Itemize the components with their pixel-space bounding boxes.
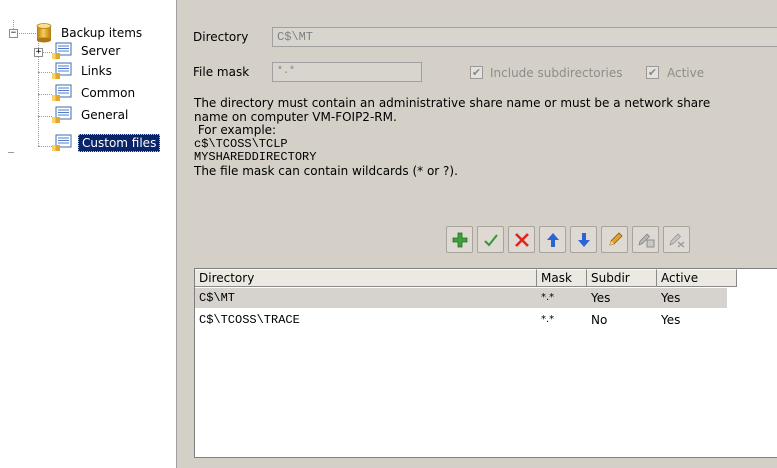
accept-button[interactable] <box>477 226 504 253</box>
tree-connector <box>38 146 52 147</box>
file-mask-input[interactable]: *.* <box>272 62 422 82</box>
database-icon <box>36 23 52 43</box>
help-line: For example: <box>194 123 277 137</box>
help-line: The file mask can contain wildcards (* o… <box>194 163 458 178</box>
file-mask-label: File mask <box>193 65 250 79</box>
cell-subdir: No <box>591 313 608 327</box>
rename-button[interactable] <box>632 226 659 253</box>
include-subdirectories-label: Include subdirectories <box>490 66 623 80</box>
tree-node-label: Links <box>81 64 112 78</box>
tree-node-label: Custom files <box>78 134 161 152</box>
tree-node-backup-items[interactable]: Backup items <box>36 23 145 43</box>
help-line: name on computer VM-FOIP2-RM. <box>194 109 397 124</box>
cell-directory: C$\MT <box>195 288 537 308</box>
move-up-button[interactable] <box>539 226 566 253</box>
arrow-down-icon <box>577 232 590 247</box>
close-icon <box>514 232 529 247</box>
help-line: MYSHAREDDIRECTORY <box>194 150 317 164</box>
plus-icon <box>452 232 467 247</box>
tree-view[interactable]: − Backup items + Server Links Common Gen… <box>0 0 176 468</box>
cell-mask: *.* <box>541 314 555 325</box>
tree-node-label: Common <box>81 86 136 100</box>
table-row[interactable]: C$\TCOSS\TRACE *.* No Yes <box>195 310 727 330</box>
tree-node-custom-files[interactable]: Custom files <box>52 134 161 152</box>
directory-input[interactable]: C$\MT <box>272 27 777 47</box>
help-text: The directory must contain an administra… <box>194 96 774 178</box>
tree-expander-server[interactable]: + <box>34 48 43 57</box>
tree-node-label: Server <box>81 44 121 58</box>
include-subdirectories-checkbox[interactable]: ✔ <box>470 66 483 79</box>
active-checkbox[interactable]: ✔ <box>646 66 659 79</box>
document-icon <box>52 106 72 124</box>
cell-mask: *.* <box>537 288 587 308</box>
help-line: c$\TCOSS\TCLP <box>194 136 288 151</box>
help-line: The directory must contain an administra… <box>194 96 711 110</box>
tree-connector <box>38 72 52 73</box>
edit-button[interactable] <box>601 226 628 253</box>
column-header-subdir[interactable]: Subdir <box>587 269 657 287</box>
tree-expander-root[interactable]: − <box>9 29 18 38</box>
column-header-directory[interactable]: Directory <box>195 269 537 287</box>
column-header-active[interactable]: Active <box>657 269 737 287</box>
arrow-up-icon <box>546 232 559 247</box>
cell-subdir: Yes <box>587 288 657 308</box>
cell-directory: C$\TCOSS\TRACE <box>199 313 300 327</box>
tree-node-label: General <box>81 108 129 122</box>
pencil-icon <box>608 231 623 246</box>
pencil-box-icon <box>637 233 654 247</box>
list-header: Directory Mask Subdir Active <box>195 269 737 287</box>
tree-divider <box>8 152 14 153</box>
checkmark-icon <box>483 233 498 246</box>
tree-node-links[interactable]: Links <box>52 62 115 80</box>
cell-active: Yes <box>661 313 681 327</box>
tree-connector <box>38 94 52 95</box>
add-button[interactable] <box>446 226 473 253</box>
document-icon <box>52 42 72 60</box>
tree-node-label: Backup items <box>61 26 143 40</box>
custom-files-list[interactable]: Directory Mask Subdir Active C$\MT *.* Y… <box>194 268 777 458</box>
delete-button[interactable] <box>508 226 535 253</box>
document-icon <box>52 62 72 80</box>
active-label: Active <box>667 66 705 80</box>
document-icon <box>52 84 72 102</box>
tree-connector <box>38 116 52 117</box>
tree-node-general[interactable]: General <box>52 106 131 124</box>
disable-button[interactable] <box>663 226 690 253</box>
custom-files-panel: Directory C$\MT File mask *.* ✔ Include … <box>176 0 777 468</box>
move-down-button[interactable] <box>570 226 597 253</box>
tree-node-common[interactable]: Common <box>52 84 138 102</box>
column-header-mask[interactable]: Mask <box>537 269 587 287</box>
directory-label: Directory <box>193 30 249 44</box>
document-icon <box>52 134 72 152</box>
table-row[interactable]: C$\MT *.* Yes Yes <box>195 288 727 308</box>
pencil-disabled-icon <box>668 233 684 248</box>
cell-active: Yes <box>657 288 727 308</box>
tree-node-server[interactable]: Server <box>52 42 123 60</box>
